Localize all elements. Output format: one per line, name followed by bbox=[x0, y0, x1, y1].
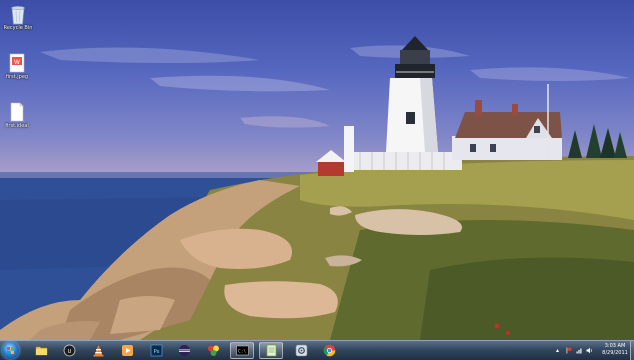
taskbar: U Ps C:\ ▴ 3:03 AM 8/29/2011 bbox=[0, 340, 634, 360]
system-tray: ▴ 3:03 AM 8/29/2011 bbox=[554, 341, 634, 360]
eclipse-icon bbox=[178, 345, 190, 356]
taskbar-udk-button[interactable]: U bbox=[58, 342, 80, 359]
desktop-icon-label: Recycle Bin bbox=[3, 25, 33, 31]
desktop-icon-first-ideal[interactable]: first.ideal bbox=[0, 101, 34, 130]
desktop: Recycle Bin W first.jpeg first.ideal bbox=[0, 0, 634, 340]
svg-text:U: U bbox=[67, 349, 71, 355]
udk-icon: U bbox=[63, 344, 75, 357]
clock-time: 3:03 AM bbox=[604, 343, 626, 349]
gear-app-icon bbox=[295, 344, 307, 357]
windows-logo-icon bbox=[7, 347, 14, 354]
taskbar-notepad-button[interactable] bbox=[259, 342, 283, 359]
vlc-cone-icon bbox=[93, 345, 103, 357]
desktop-icon-label: first.jpeg bbox=[5, 74, 29, 80]
image-file-icon: W bbox=[8, 52, 26, 74]
taskbar-chrome-button[interactable] bbox=[318, 342, 340, 359]
show-hidden-icons-icon[interactable]: ▴ bbox=[556, 347, 563, 354]
svg-text:W: W bbox=[14, 59, 20, 66]
recycle-bin-icon bbox=[9, 3, 27, 25]
start-button[interactable] bbox=[2, 342, 19, 359]
taskbar-media-player-button[interactable] bbox=[116, 342, 138, 359]
taskbar-gear-app-button[interactable] bbox=[290, 342, 312, 359]
photoshop-icon: Ps bbox=[150, 344, 162, 357]
circles-icon bbox=[207, 345, 219, 356]
taskbar-eclipse-button[interactable] bbox=[173, 342, 195, 359]
action-center-flag-icon[interactable] bbox=[566, 347, 573, 354]
lighthouse-wallpaper bbox=[0, 36, 634, 340]
media-player-icon bbox=[121, 345, 133, 356]
taskbar-photoshop-button[interactable]: Ps bbox=[145, 342, 167, 359]
clock-date: 8/29/2011 bbox=[602, 350, 628, 356]
taskbar-vlc-button[interactable] bbox=[87, 342, 109, 359]
svg-text:C:\: C:\ bbox=[238, 349, 246, 355]
chrome-icon bbox=[323, 344, 335, 357]
cmd-icon: C:\ bbox=[235, 345, 249, 356]
notepad-icon bbox=[266, 344, 276, 357]
taskbar-explorer-button[interactable] bbox=[30, 342, 52, 359]
taskbar-cmd-button[interactable]: C:\ bbox=[230, 342, 254, 359]
volume-icon[interactable] bbox=[586, 347, 593, 354]
blank-file-icon bbox=[8, 101, 26, 123]
taskbar-circles-app-button[interactable] bbox=[202, 342, 224, 359]
folder-icon bbox=[35, 346, 47, 356]
taskbar-clock[interactable]: 3:03 AM 8/29/2011 bbox=[600, 343, 630, 357]
desktop-icon-label: first.ideal bbox=[5, 123, 29, 129]
desktop-icon-recycle-bin[interactable]: Recycle Bin bbox=[1, 3, 35, 32]
svg-text:Ps: Ps bbox=[153, 349, 159, 355]
network-icon[interactable] bbox=[576, 347, 583, 354]
desktop-icon-first-jpeg[interactable]: W first.jpeg bbox=[0, 52, 34, 81]
show-desktop-button[interactable] bbox=[630, 341, 634, 360]
